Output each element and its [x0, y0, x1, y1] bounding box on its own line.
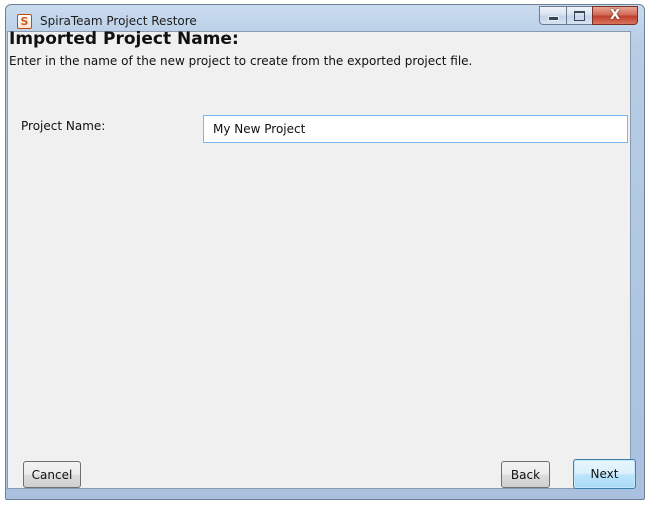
- window-title: SpiraTeam Project Restore: [40, 14, 197, 28]
- back-button[interactable]: Back: [501, 461, 550, 488]
- window-controls: X: [539, 6, 638, 26]
- close-button[interactable]: X: [592, 6, 638, 25]
- next-button[interactable]: Next: [573, 459, 636, 489]
- dialog-client-area: [7, 31, 631, 489]
- page-description: Enter in the name of the new project to …: [9, 54, 473, 68]
- project-name-label: Project Name:: [21, 119, 106, 133]
- maximize-button[interactable]: [566, 6, 592, 25]
- cancel-button[interactable]: Cancel: [23, 461, 81, 488]
- maximize-icon: [574, 10, 585, 21]
- minimize-icon: [547, 16, 559, 21]
- project-name-input[interactable]: [203, 115, 628, 143]
- minimize-button[interactable]: [539, 6, 566, 25]
- app-icon[interactable]: S: [17, 14, 32, 29]
- close-icon: X: [609, 8, 621, 23]
- page-title: Imported Project Name:: [9, 29, 239, 49]
